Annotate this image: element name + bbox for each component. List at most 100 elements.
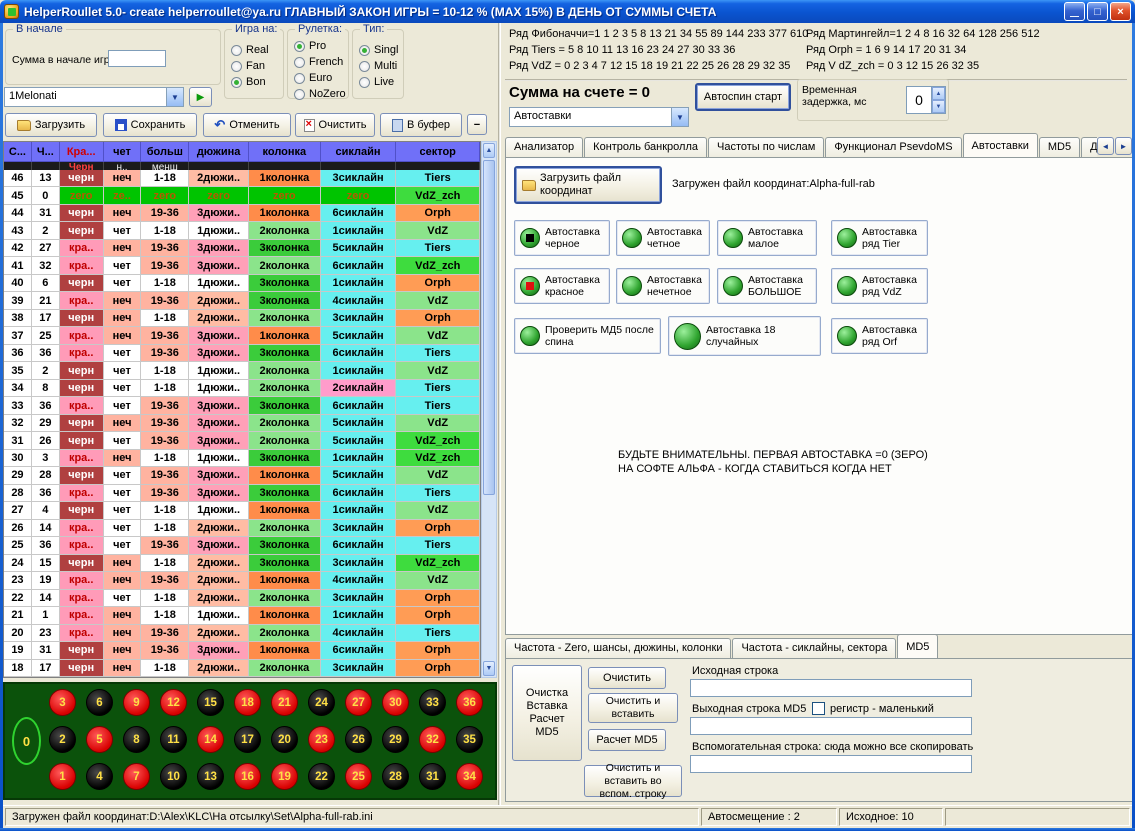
roulette-number-15[interactable]: 15 xyxy=(197,689,224,716)
history-row[interactable]: 1931черннеч19-363дюжи..1колонка6сиклайнO… xyxy=(4,642,480,659)
radio-NoZero[interactable]: NoZero xyxy=(294,86,346,102)
column-header[interactable]: Ч... xyxy=(32,142,60,162)
chevron-down-icon[interactable]: ▼ xyxy=(671,108,688,126)
roulette-number-16[interactable]: 16 xyxy=(234,763,261,790)
history-row[interactable]: 432чернчет1-181дюжи..2колонка1сиклайнVdZ xyxy=(4,222,480,239)
roulette-number-23[interactable]: 23 xyxy=(308,726,335,753)
history-row[interactable]: 2536кра..чет19-363дюжи..3колонка6сиклайн… xyxy=(4,537,480,554)
roulette-number-13[interactable]: 13 xyxy=(197,763,224,790)
column-header[interactable]: С... xyxy=(4,142,32,162)
column-header[interactable]: Кра... xyxy=(60,142,104,162)
history-row[interactable]: 2319кра..неч19-362дюжи..1колонка4сиклайн… xyxy=(4,572,480,589)
aux-string-input[interactable] xyxy=(690,755,972,773)
roulette-number-0[interactable]: 0 xyxy=(12,717,41,765)
tab-Частота - Zero, шансы, дюжины, колонки[interactable]: Частота - Zero, шансы, дюжины, колонки xyxy=(505,638,731,658)
autospin-start-button[interactable]: Автоспин старт xyxy=(695,83,791,111)
roulette-number-20[interactable]: 20 xyxy=(271,726,298,753)
scrollbar-thumb[interactable] xyxy=(483,160,495,495)
load-coords-button[interactable]: Загрузить файл координат xyxy=(514,166,662,204)
roulette-number-36[interactable]: 36 xyxy=(456,689,483,716)
history-row[interactable]: 3126чернчет19-363дюжи..2колонка5сиклайнV… xyxy=(4,432,480,449)
column-header[interactable]: дюжина xyxy=(189,142,249,162)
tab-Контроль банкролла[interactable]: Контроль банкролла xyxy=(584,137,707,157)
history-row[interactable]: 4613черннеч1-182дюжи..1колонка3сиклайнTi… xyxy=(4,170,480,187)
bet-button-5[interactable]: Автоставка красное xyxy=(514,268,610,304)
tab-Частота - сиклайны, сектора[interactable]: Частота - сиклайны, сектора xyxy=(732,638,896,658)
maximize-button[interactable]: □ xyxy=(1087,2,1108,21)
scroll-up-icon[interactable]: ▲ xyxy=(483,143,495,158)
roulette-number-27[interactable]: 27 xyxy=(345,689,372,716)
tab-MD5[interactable]: MD5 xyxy=(1039,137,1080,157)
clear-paste-aux-button[interactable]: Очистить и вставить во вспом. строку xyxy=(584,765,682,797)
radio-Bon[interactable]: Bon xyxy=(231,74,269,90)
tab-Частоты по числам[interactable]: Частоты по числам xyxy=(708,137,824,157)
radio-Pro[interactable]: Pro xyxy=(294,38,346,54)
toolbar-button-undo[interactable]: ↶Отменить xyxy=(203,113,291,137)
roulette-number-8[interactable]: 8 xyxy=(123,726,150,753)
history-row[interactable]: 211кра..неч1-181дюжи..1колонка1сиклайнOr… xyxy=(4,607,480,624)
roulette-number-29[interactable]: 29 xyxy=(382,726,409,753)
clear-paste-calc-button[interactable]: Очистка Вставка Расчет MD5 xyxy=(512,665,582,761)
roulette-number-9[interactable]: 9 xyxy=(123,689,150,716)
toolbar-button-clear[interactable]: Очистить xyxy=(295,113,375,137)
history-row[interactable]: 274чернчет1-181дюжи..1колонка1сиклайнVdZ xyxy=(4,502,480,519)
history-row[interactable]: 4431черннеч19-363дюжи..1колонка6сиклайнO… xyxy=(4,205,480,222)
roulette-number-35[interactable]: 35 xyxy=(456,726,483,753)
history-row[interactable]: 450zeroze..zerozerozerozeroVdZ_zch xyxy=(4,187,480,204)
roulette-number-34[interactable]: 34 xyxy=(456,763,483,790)
roulette-number-6[interactable]: 6 xyxy=(86,689,113,716)
bet-button-7[interactable]: Автоставка БОЛЬШОЕ xyxy=(717,268,817,304)
history-row[interactable]: 406чернчет1-181дюжи..3колонка1сиклайнOrp… xyxy=(4,275,480,292)
toolbar-button-clipboard[interactable]: В буфер xyxy=(380,113,462,137)
roulette-number-19[interactable]: 19 xyxy=(271,763,298,790)
toolbar-button-save[interactable]: Сохранить xyxy=(103,113,197,137)
history-row[interactable]: 2928чернчет19-363дюжи..1колонка5сиклайнV… xyxy=(4,467,480,484)
history-row[interactable]: 2836кра..чет19-363дюжи..3колонка6сиклайн… xyxy=(4,485,480,502)
bet-button-10[interactable]: Автоставка 18 случайных xyxy=(668,316,821,356)
roulette-number-32[interactable]: 32 xyxy=(419,726,446,753)
tab-MD5[interactable]: MD5 xyxy=(897,634,938,658)
bet-button-11[interactable]: Автоставка ряд Orf xyxy=(831,318,928,354)
minimize-button[interactable]: — xyxy=(1064,2,1085,21)
radio-French[interactable]: French xyxy=(294,54,346,70)
tab-Делени[interactable]: Делени xyxy=(1081,137,1097,157)
roulette-number-7[interactable]: 7 xyxy=(123,763,150,790)
spin-down-icon[interactable]: ▼ xyxy=(932,100,945,113)
autobet-combo[interactable]: Автоставки ▼ xyxy=(509,107,689,127)
history-row[interactable]: 2023кра..неч19-362дюжи..2колонка4сиклайн… xyxy=(4,625,480,642)
roulette-number-26[interactable]: 26 xyxy=(345,726,372,753)
history-row[interactable]: 4132кра..чет19-363дюжи..2колонка6сиклайн… xyxy=(4,257,480,274)
spin-up-icon[interactable]: ▲ xyxy=(932,87,945,100)
column-header[interactable]: сектор xyxy=(396,142,480,162)
bet-button-4[interactable]: Автоставка ряд Tier xyxy=(831,220,928,256)
roulette-number-12[interactable]: 12 xyxy=(160,689,187,716)
history-row[interactable]: 1817черннеч1-182дюжи..2колонка3сиклайнOr… xyxy=(4,660,480,677)
calc-md5-button[interactable]: Расчет MD5 xyxy=(588,729,666,751)
roulette-number-2[interactable]: 2 xyxy=(49,726,76,753)
history-row[interactable]: 3636кра..чет19-363дюжи..3колонка6сиклайн… xyxy=(4,345,480,362)
column-header[interactable]: колонка xyxy=(249,142,321,162)
tab-scroll-left-icon[interactable]: ◄ xyxy=(1097,137,1114,155)
output-string-input[interactable] xyxy=(690,717,972,735)
roulette-number-24[interactable]: 24 xyxy=(308,689,335,716)
history-row[interactable]: 3229черннеч19-363дюжи..2колонка5сиклайнV… xyxy=(4,415,480,432)
column-header[interactable]: сиклайн xyxy=(321,142,397,162)
source-string-input[interactable] xyxy=(690,679,972,697)
play-button[interactable]: ▶ xyxy=(189,87,212,107)
radio-Singl[interactable]: Singl xyxy=(359,42,398,58)
history-row[interactable]: 3336кра..чет19-363дюжи..3колонка6сиклайн… xyxy=(4,397,480,414)
register-checkbox[interactable] xyxy=(812,702,825,715)
roulette-number-11[interactable]: 11 xyxy=(160,726,187,753)
roulette-number-10[interactable]: 10 xyxy=(160,763,187,790)
history-row[interactable]: 3921кра..неч19-362дюжи..3колонка4сиклайн… xyxy=(4,292,480,309)
history-row[interactable]: 2415черннеч1-182дюжи..3колонка3сиклайнVd… xyxy=(4,555,480,572)
bet-button-9[interactable]: Проверить МД5 после спина xyxy=(514,318,661,354)
history-row[interactable]: 352чернчет1-181дюжи..2колонка1сиклайнVdZ xyxy=(4,362,480,379)
roulette-number-17[interactable]: 17 xyxy=(234,726,261,753)
roulette-number-33[interactable]: 33 xyxy=(419,689,446,716)
bet-button-6[interactable]: Автоставка нечетное xyxy=(616,268,710,304)
delay-value[interactable]: 0 xyxy=(907,87,931,113)
history-row[interactable]: 3817черннеч1-182дюжи..2колонка3сиклайнOr… xyxy=(4,310,480,327)
history-row[interactable]: 3725кра..неч19-363дюжи..1колонка5сиклайн… xyxy=(4,327,480,344)
table-scrollbar[interactable]: ▲ ▼ xyxy=(481,141,497,678)
